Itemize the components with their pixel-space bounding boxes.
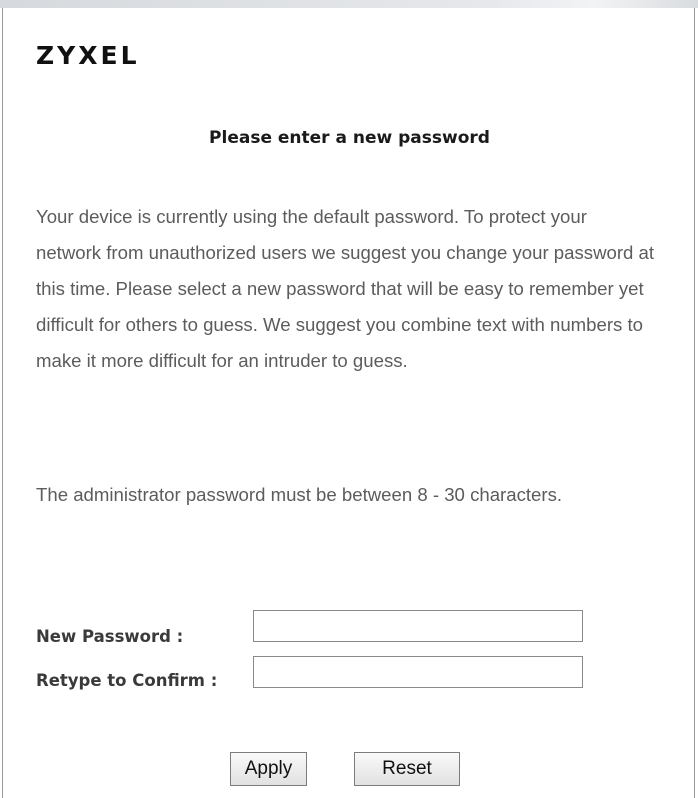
password-dialog: ZYXEL Please enter a new password Your d… [2,8,695,798]
default-password-warning: Your device is currently using the defau… [36,206,655,371]
new-password-input[interactable] [253,610,583,642]
password-length-requirement: The administrator password must be betwe… [36,484,563,505]
confirm-password-input[interactable] [253,656,583,688]
new-password-label: New Password : [36,627,184,646]
window-top-edge [0,0,698,8]
dialog-title: Please enter a new password [209,128,490,148]
zyxel-logo: ZYXEL [36,41,140,70]
apply-button[interactable]: Apply [230,752,307,786]
confirm-password-label: Retype to Confirm : [36,671,218,690]
reset-button[interactable]: Reset [354,752,460,786]
password-change-screen: ZYXEL Please enter a new password Your d… [0,0,698,798]
